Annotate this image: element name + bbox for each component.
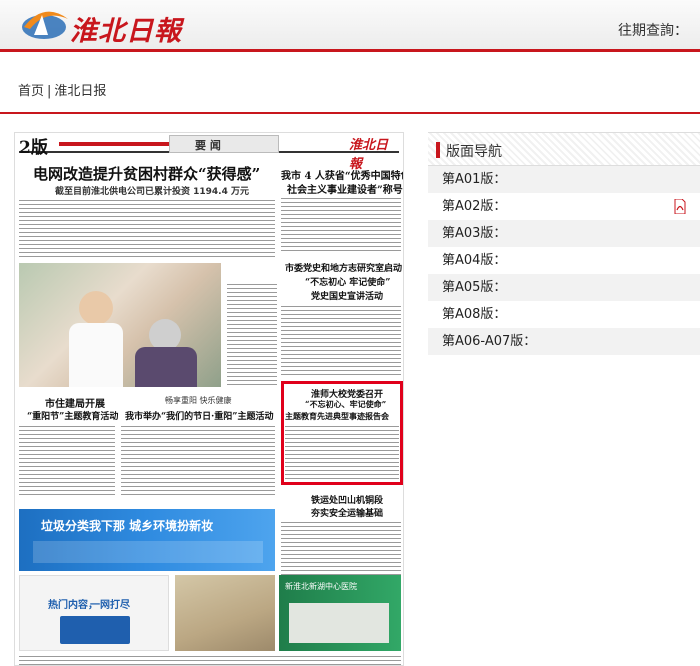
garbage-ad-text: 垃圾分类我下那 城乡环境扮新妆 [41, 519, 214, 533]
mid-story-headline[interactable]: 我市举办“我们的节日·重阳”主题活动 [125, 409, 274, 422]
section-box [169, 135, 279, 153]
nav-item-a03[interactable]: 第A03版： [428, 220, 700, 247]
nav-item-a08[interactable]: 第A08版： [428, 301, 700, 328]
section-name: 要 闻 [195, 139, 221, 152]
nav-item-label[interactable]: 第A06-A07版： [442, 334, 536, 349]
breadcrumb-separator: | [47, 84, 52, 99]
site-header: 淮北日報 往期查詢： 2 [0, 0, 700, 52]
nurse-elderly-photo [19, 263, 221, 387]
right-body-text-1 [281, 197, 401, 253]
hospital-ad[interactable]: 新淮北新湖中心医院 [279, 575, 401, 651]
pdf-icon[interactable] [674, 199, 686, 214]
lead-subhead: 截至目前淮北供电公司已累计投资 1194.4 万元 [55, 187, 249, 197]
page-number: 2版 [19, 138, 48, 158]
page-top-bar: 2版 要 闻 淮北日報 [19, 135, 399, 172]
lead-headline[interactable]: 电网改造提升贫困村群众“获得感” [33, 163, 260, 184]
right-headline-1b[interactable]: 社会主义事业建设者”称号 [287, 181, 403, 196]
hospital-ad-text: 新淮北新湖中心医院 [285, 582, 357, 591]
mid-story-body [121, 425, 275, 497]
lead-body-text [19, 199, 275, 257]
nav-item-a02[interactable]: 第A02版： [428, 193, 700, 220]
nav-title: 版面导航 [446, 144, 502, 160]
nav-header: 版面导航 [428, 132, 700, 166]
past-issue-label: 往期查詢： [618, 23, 688, 39]
left-story-body [19, 425, 115, 497]
photo-caption-text [227, 283, 277, 387]
nav-item-a01[interactable]: 第A01版： [428, 166, 700, 193]
nav-item-a05[interactable]: 第A05版： [428, 274, 700, 301]
hospital-building-ad[interactable] [175, 575, 275, 651]
nav-item-a06-a07[interactable]: 第A06-A07版： [428, 328, 700, 355]
divider-rule [0, 112, 700, 114]
page-red-stripe [59, 142, 169, 146]
nav-item-a04[interactable]: 第A04版： [428, 247, 700, 274]
right-headline-2a[interactable]: 市委党史和地方志研究室启动 [285, 261, 402, 274]
logo-text: 淮北日報 [70, 16, 182, 47]
right-body-text-2 [281, 305, 401, 375]
breadcrumb-home-link[interactable]: 首页 [18, 84, 44, 99]
nav-accent-bar [436, 142, 440, 158]
highlight-headline-c[interactable]: 主题教育先进典型事迹报告会 [285, 411, 389, 422]
left-story-kicker: 畅享重阳 快乐健康 [165, 396, 232, 405]
page-footer-text [19, 655, 401, 665]
right-lower-headline-a[interactable]: 铁运处凹山机铜段 [311, 493, 383, 506]
telecom-ad-text-2: 一网打尽 [90, 600, 130, 611]
breadcrumb-current[interactable]: 淮北日报 [54, 84, 106, 99]
right-headline-2b[interactable]: “不忘初心 牢记使命” [305, 275, 391, 288]
nav-item-label[interactable]: 第A05版： [442, 280, 506, 295]
nav-item-label[interactable]: 第A03版： [442, 226, 506, 241]
right-headline-1a[interactable]: 我市 4 人获省“优秀中国特色 [281, 167, 403, 182]
nav-item-label[interactable]: 第A01版： [442, 172, 506, 187]
nav-item-label[interactable]: 第A04版： [442, 253, 506, 268]
breadcrumb: 首页 | 淮北日报 [18, 80, 106, 99]
highlight-headline-b[interactable]: “不忘初心、牢记使命” [305, 399, 386, 410]
logo-emblem-icon [22, 11, 68, 39]
telecom-ad[interactable]: 热门内容， 一网打尽 [19, 575, 169, 651]
left-story-headline-a[interactable]: 市住建局开展 [45, 395, 105, 410]
right-lower-headline-b[interactable]: 夯实安全运输基础 [311, 506, 383, 519]
site-logo[interactable]: 淮北日報 [20, 5, 181, 47]
nav-item-label[interactable]: 第A02版： [442, 199, 506, 214]
page-navigation: 版面导航 第A01版： 第A02版： 第A03版： 第A04版： 第A05版： … [428, 132, 700, 355]
newspaper-page-preview[interactable]: 2版 要 闻 淮北日報 电网改造提升贫困村群众“获得感” 截至目前淮北供电公司已… [14, 132, 404, 666]
right-headline-2c[interactable]: 党史国史宣讲活动 [311, 289, 383, 302]
left-story-headline-b[interactable]: “重阳节”主题教育活动 [27, 409, 118, 422]
past-issue-query[interactable]: 往期查詢： 2 [618, 20, 700, 40]
nav-item-label[interactable]: 第A08版： [442, 307, 506, 322]
garbage-sorting-ad[interactable]: 垃圾分类我下那 城乡环境扮新妆 [19, 509, 275, 571]
